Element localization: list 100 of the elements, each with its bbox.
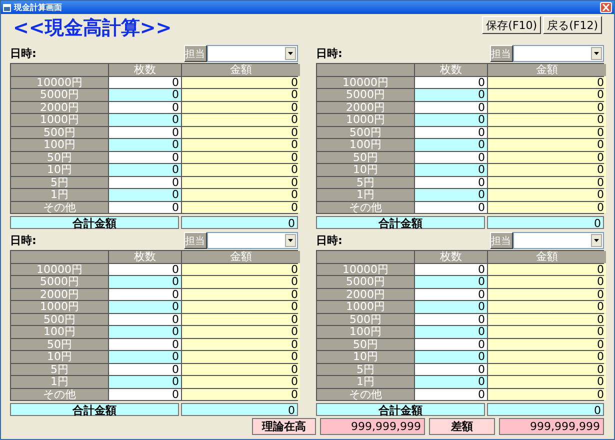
amount-cell: 0 xyxy=(488,276,606,288)
amount-cell: 0 xyxy=(488,364,606,375)
amount-cell: 0 xyxy=(182,388,300,400)
denomination-label: 1000円 xyxy=(317,301,414,312)
count-field[interactable]: 0 xyxy=(415,176,487,188)
count-field[interactable]: 0 xyxy=(109,114,181,126)
denomination-label: 10円 xyxy=(11,351,108,362)
denomination-label: 5円 xyxy=(317,364,414,375)
amount-cell: 0 xyxy=(182,364,300,375)
count-field[interactable]: 0 xyxy=(109,388,181,400)
count-field[interactable]: 0 xyxy=(415,388,487,400)
column-header: 金額 xyxy=(488,64,606,76)
count-field[interactable]: 0 xyxy=(109,351,181,362)
date-label: 日時: xyxy=(10,233,38,248)
count-field[interactable]: 0 xyxy=(415,301,487,312)
count-field[interactable]: 0 xyxy=(109,102,181,113)
count-field[interactable]: 0 xyxy=(415,314,487,325)
column-header: 金額 xyxy=(182,251,300,262)
amount-cell: 0 xyxy=(488,176,606,188)
count-field[interactable]: 0 xyxy=(109,264,181,275)
amount-cell: 0 xyxy=(182,189,300,200)
denomination-label: その他 xyxy=(317,388,414,400)
count-field[interactable]: 0 xyxy=(109,276,181,288)
count-field[interactable]: 0 xyxy=(415,189,487,200)
column-header: 枚数 xyxy=(109,64,181,76)
denomination-label: 10円 xyxy=(317,164,414,176)
denomination-label: 10000円 xyxy=(317,264,414,275)
count-field[interactable]: 0 xyxy=(109,314,181,325)
amount-cell: 0 xyxy=(182,326,300,338)
count-field[interactable]: 0 xyxy=(415,89,487,100)
count-field[interactable]: 0 xyxy=(109,364,181,375)
count-field[interactable]: 0 xyxy=(415,139,487,150)
date-label: 日時: xyxy=(316,46,344,61)
denomination-label: 50円 xyxy=(317,338,414,350)
denomination-label: 100円 xyxy=(317,139,414,150)
amount-cell: 0 xyxy=(488,326,606,338)
count-field[interactable]: 0 xyxy=(109,126,181,138)
count-field[interactable]: 0 xyxy=(415,326,487,338)
summary-label: 理論在高 xyxy=(252,418,316,435)
amount-cell: 0 xyxy=(182,152,300,163)
denomination-label: 1000円 xyxy=(11,301,108,312)
function-button[interactable]: 戻る(F12) xyxy=(543,16,602,34)
denomination-label: 1円 xyxy=(11,189,108,200)
count-field[interactable]: 0 xyxy=(109,89,181,100)
amount-cell: 0 xyxy=(182,89,300,100)
denomination-label: 5円 xyxy=(11,176,108,188)
denomination-label: 500円 xyxy=(317,314,414,325)
count-field[interactable]: 0 xyxy=(415,364,487,375)
amount-cell: 0 xyxy=(488,139,606,150)
count-field[interactable]: 0 xyxy=(109,326,181,338)
count-field[interactable]: 0 xyxy=(109,376,181,388)
total-label: 合計金額 xyxy=(316,216,485,229)
count-field[interactable]: 0 xyxy=(415,164,487,176)
count-field[interactable]: 0 xyxy=(415,114,487,126)
count-field[interactable]: 0 xyxy=(415,264,487,275)
summary-value: 999,999,999 xyxy=(499,418,604,435)
close-button[interactable] xyxy=(600,2,612,13)
amount-cell: 0 xyxy=(182,164,300,176)
amount-cell: 0 xyxy=(488,314,606,325)
denomination-label: その他 xyxy=(11,388,108,400)
function-button[interactable]: 保存(F10) xyxy=(482,16,542,34)
count-field[interactable]: 0 xyxy=(109,176,181,188)
count-field[interactable]: 0 xyxy=(109,76,181,88)
window-title: 現金計算画面 xyxy=(14,2,62,14)
staff-dropdown[interactable] xyxy=(512,232,604,249)
count-field[interactable]: 0 xyxy=(415,351,487,362)
denomination-label: 1円 xyxy=(317,376,414,388)
count-field[interactable]: 0 xyxy=(109,301,181,312)
count-field[interactable]: 0 xyxy=(415,152,487,163)
amount-cell: 0 xyxy=(488,202,606,213)
denomination-label: 100円 xyxy=(317,326,414,338)
denomination-label: その他 xyxy=(317,202,414,213)
amount-cell: 0 xyxy=(488,301,606,312)
count-field[interactable]: 0 xyxy=(415,102,487,113)
count-field[interactable]: 0 xyxy=(415,288,487,300)
count-field[interactable]: 0 xyxy=(415,126,487,138)
denomination-label: 5000円 xyxy=(11,89,108,100)
denomination-label: 500円 xyxy=(317,126,414,138)
staff-dropdown[interactable] xyxy=(206,232,298,249)
amount-cell: 0 xyxy=(488,376,606,388)
staff-dropdown[interactable] xyxy=(206,45,298,62)
caret-icon xyxy=(591,234,602,247)
count-field[interactable]: 0 xyxy=(109,152,181,163)
count-field[interactable]: 0 xyxy=(109,164,181,176)
count-field[interactable]: 0 xyxy=(109,338,181,350)
denomination-label: 500円 xyxy=(11,314,108,325)
caret-icon xyxy=(285,47,296,60)
count-field[interactable]: 0 xyxy=(415,338,487,350)
count-field[interactable]: 0 xyxy=(109,189,181,200)
count-field[interactable]: 0 xyxy=(415,76,487,88)
count-field[interactable]: 0 xyxy=(109,288,181,300)
total-value: 0 xyxy=(487,216,604,229)
amount-cell: 0 xyxy=(182,376,300,388)
count-field[interactable]: 0 xyxy=(415,202,487,213)
count-field[interactable]: 0 xyxy=(415,376,487,388)
amount-cell: 0 xyxy=(182,264,300,275)
count-field[interactable]: 0 xyxy=(109,202,181,213)
count-field[interactable]: 0 xyxy=(109,139,181,150)
count-field[interactable]: 0 xyxy=(415,276,487,288)
staff-dropdown[interactable] xyxy=(512,45,604,62)
